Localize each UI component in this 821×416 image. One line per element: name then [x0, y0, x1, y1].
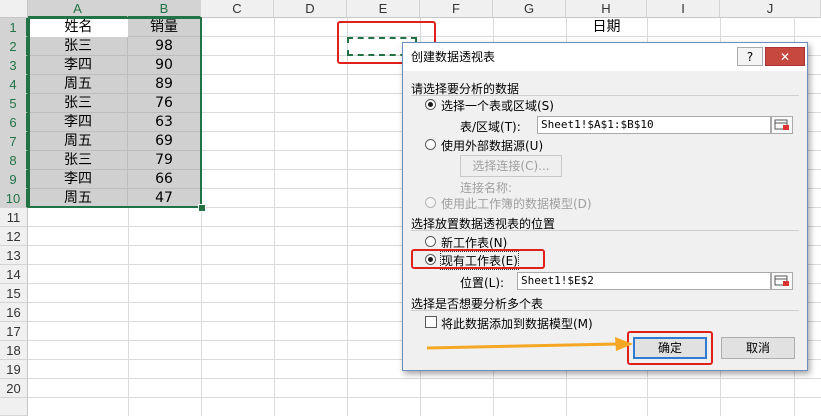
- range-picker-icon: [774, 119, 789, 130]
- row-header-6[interactable]: 6: [0, 113, 28, 132]
- column-header-e[interactable]: E: [347, 0, 420, 18]
- checkbox-add-data-model-label: 将此数据添加到数据模型(M): [441, 317, 593, 331]
- row-header-13[interactable]: 13: [0, 246, 28, 265]
- row-header-4[interactable]: 4: [0, 75, 28, 94]
- help-button[interactable]: ?: [737, 47, 763, 66]
- annotation-arrow: [426, 337, 633, 351]
- row-header-8[interactable]: 8: [0, 151, 28, 170]
- row-header-11[interactable]: 11: [0, 208, 28, 227]
- column-header-i[interactable]: I: [647, 0, 720, 18]
- radio-select-table[interactable]: [425, 99, 436, 110]
- fill-handle[interactable]: [198, 204, 206, 212]
- table-range-picker-button[interactable]: [771, 116, 793, 134]
- location-picker-button[interactable]: [771, 272, 793, 290]
- column-header-d[interactable]: D: [274, 0, 347, 18]
- radio-data-model[interactable]: [425, 197, 436, 208]
- column-header-a[interactable]: A: [28, 0, 128, 18]
- table-range-label: 表/区域(T):: [460, 120, 521, 134]
- row-header-5[interactable]: 5: [0, 94, 28, 113]
- highlight-box-existing-worksheet: [411, 249, 545, 269]
- row-header-1[interactable]: 1: [0, 18, 28, 37]
- radio-external-source[interactable]: [425, 139, 436, 150]
- row-header-15[interactable]: 15: [0, 284, 28, 303]
- create-pivot-table-dialog: 创建数据透视表 ? ✕ 请选择要分析的数据 选择一个表或区域(S) 表/区域(T…: [402, 42, 808, 371]
- cell-h1[interactable]: 日期: [566, 18, 647, 37]
- row-header-18[interactable]: 18: [0, 341, 28, 360]
- close-button[interactable]: ✕: [765, 47, 805, 66]
- location-input[interactable]: Sheet1!$E$2: [517, 272, 771, 290]
- radio-external-source-label: 使用外部数据源(U): [441, 139, 544, 153]
- column-header-b[interactable]: B: [128, 0, 201, 18]
- highlight-box-ok: [627, 331, 713, 365]
- row-header-7[interactable]: 7: [0, 132, 28, 151]
- row-header-14[interactable]: 14: [0, 265, 28, 284]
- choose-connection-button[interactable]: 选择连接(C)...: [460, 155, 562, 177]
- row-header-16[interactable]: 16: [0, 303, 28, 322]
- row-header-2[interactable]: 2: [0, 37, 28, 56]
- row-header-9[interactable]: 9: [0, 170, 28, 189]
- column-header-c[interactable]: C: [201, 0, 274, 18]
- checkbox-add-data-model[interactable]: [425, 316, 437, 328]
- row-header-19[interactable]: 19: [0, 360, 28, 379]
- selection-range-border: [28, 17, 202, 208]
- column-header-f[interactable]: F: [420, 0, 493, 18]
- row-header-10[interactable]: 10: [0, 189, 28, 208]
- radio-new-worksheet[interactable]: [425, 236, 436, 247]
- column-header-g[interactable]: G: [493, 0, 566, 18]
- dialog-title: 创建数据透视表: [411, 50, 496, 64]
- range-picker-icon: [774, 275, 789, 286]
- connection-name-label: 连接名称:: [460, 181, 513, 195]
- row-header-12[interactable]: 12: [0, 227, 28, 246]
- column-header-h[interactable]: H: [566, 0, 647, 18]
- location-label: 位置(L):: [460, 276, 505, 290]
- table-range-input[interactable]: Sheet1!$A$1:$B$10: [537, 116, 771, 134]
- row-header-3[interactable]: 3: [0, 56, 28, 75]
- radio-select-table-label: 选择一个表或区域(S): [441, 99, 554, 113]
- select-all-corner[interactable]: [0, 0, 28, 18]
- row-header-20[interactable]: 20: [0, 379, 28, 398]
- row-header-17[interactable]: 17: [0, 322, 28, 341]
- cancel-button[interactable]: 取消: [721, 337, 795, 359]
- column-header-j[interactable]: J: [720, 0, 821, 18]
- radio-data-model-label: 使用此工作簿的数据模型(D): [441, 197, 592, 211]
